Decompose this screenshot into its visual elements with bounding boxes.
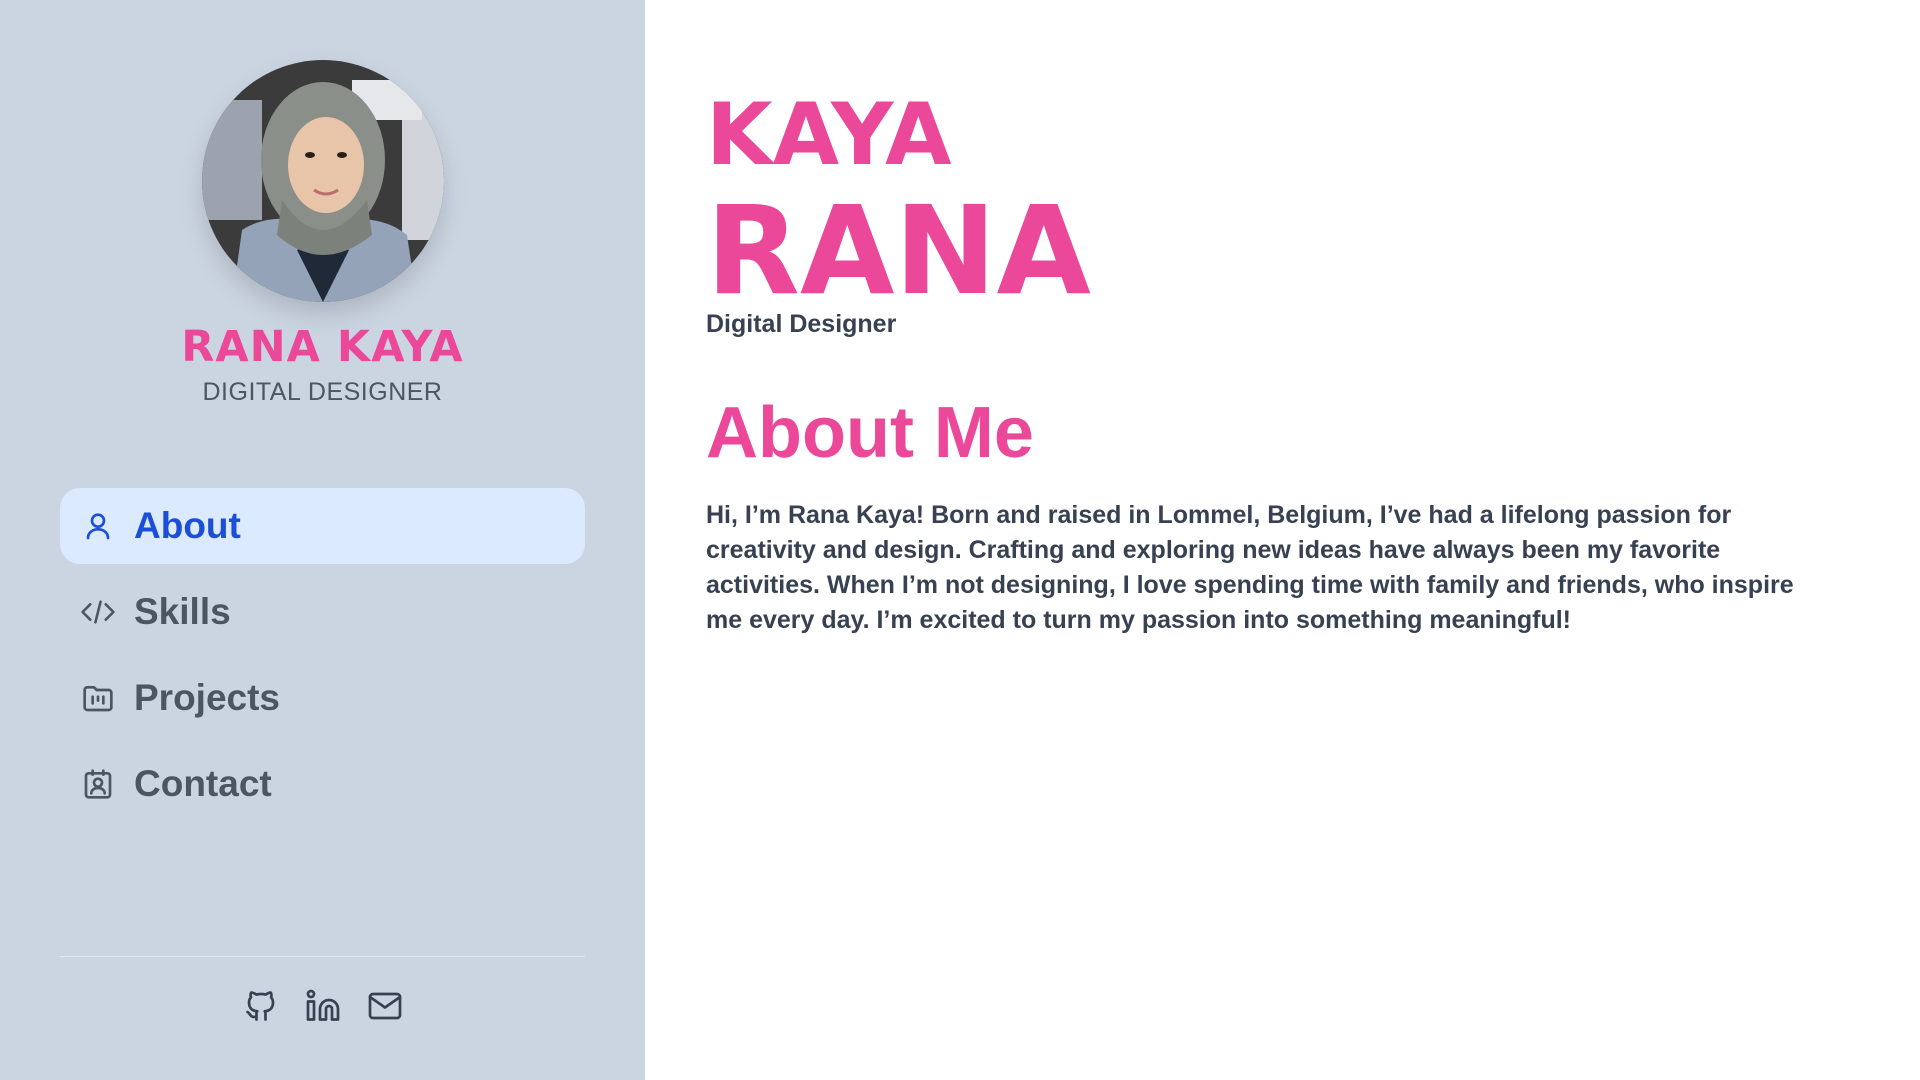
sidebar-role: DIGITAL DESIGNER — [202, 378, 443, 406]
main-content: KAYA RANA Digital Designer About Me Hi, … — [706, 0, 1920, 1080]
nav-item-about[interactable]: About — [60, 488, 585, 564]
user-icon — [80, 508, 116, 544]
nav-label-skills: Skills — [134, 591, 231, 632]
linkedin-icon[interactable] — [303, 986, 343, 1026]
main-nav: About Skills Projects Contact — [60, 488, 585, 832]
sidebar: RANA KAYA DIGITAL DESIGNER About Skills — [0, 0, 645, 1080]
folder-icon — [80, 680, 116, 716]
hero-first-name: RANA — [706, 180, 1091, 322]
section-title: About Me — [706, 393, 1034, 473]
hero-role: Digital Designer — [706, 310, 897, 338]
sidebar-divider — [60, 956, 585, 957]
nav-item-projects[interactable]: Projects — [60, 660, 585, 736]
nav-label-about: About — [134, 505, 241, 546]
social-links — [0, 986, 645, 1026]
nav-label-projects: Projects — [134, 677, 281, 718]
nav-label-contact: Contact — [134, 763, 272, 804]
hero-last-name: KAYA — [706, 85, 952, 185]
mail-icon[interactable] — [365, 986, 405, 1026]
nav-item-contact[interactable]: Contact — [60, 746, 585, 822]
nav-item-skills[interactable]: Skills — [60, 574, 585, 650]
sidebar-name: RANA KAYA — [181, 322, 464, 372]
about-paragraph: Hi, I’m Rana Kaya! Born and raised in Lo… — [706, 501, 1794, 634]
profile-photo — [202, 60, 444, 302]
github-icon[interactable] — [241, 986, 281, 1026]
contact-icon — [80, 766, 116, 802]
code-icon — [80, 594, 116, 630]
